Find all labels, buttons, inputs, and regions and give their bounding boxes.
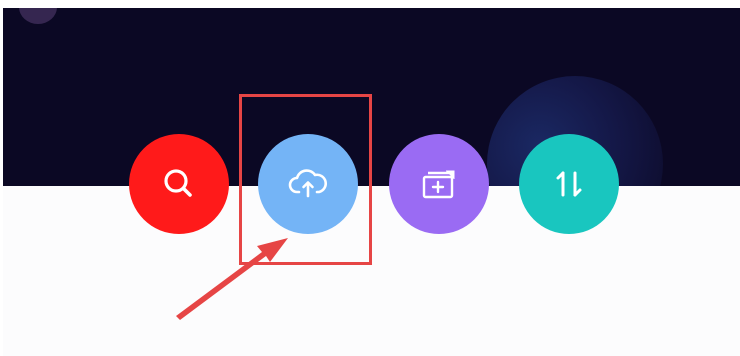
add-folder-icon — [422, 170, 455, 199]
search-button[interactable] — [129, 134, 229, 234]
decorative-orb — [19, 8, 57, 24]
search-icon — [164, 169, 192, 197]
add-folder-button[interactable] — [389, 134, 489, 234]
annotation-highlight-box — [239, 94, 372, 265]
sort-icon — [556, 171, 582, 197]
screenshot-frame — [0, 0, 740, 356]
sort-button[interactable] — [519, 134, 619, 234]
